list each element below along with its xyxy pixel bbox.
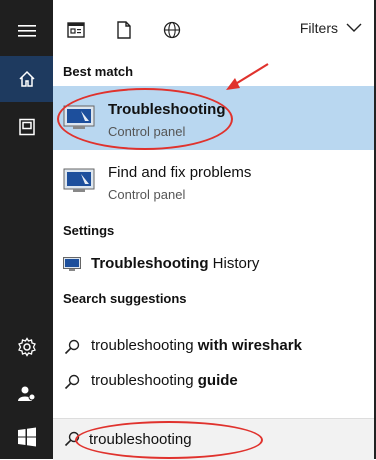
search-results-panel: Filters Best match Troubleshooting Contr…	[53, 0, 376, 460]
suggestion-bold: with wireshark	[197, 337, 302, 354]
search-icon	[64, 431, 80, 447]
settings-gear-icon[interactable]	[0, 324, 53, 370]
troubleshooting-icon	[63, 105, 95, 131]
troubleshooting-history-item[interactable]: Troubleshooting History	[53, 248, 374, 282]
troubleshooting-icon	[63, 168, 95, 194]
search-input[interactable]	[89, 428, 339, 450]
troubleshooting-history-label: Troubleshooting History	[91, 255, 259, 272]
suggestion-bold: guide	[197, 372, 238, 389]
hamburger-menu-icon[interactable]	[0, 8, 53, 54]
best-match-title: Troubleshooting	[108, 101, 226, 118]
find-fix-problems-result[interactable]: Find and fix problems Control panel	[53, 152, 374, 210]
filters-dropdown[interactable]: Filters	[300, 20, 362, 36]
web-filter-icon[interactable]	[161, 19, 183, 41]
documents-icon[interactable]	[0, 104, 53, 150]
best-match-result[interactable]: Troubleshooting Control panel	[53, 86, 374, 150]
settings-header: Settings	[63, 223, 115, 238]
toolbar: Filters	[53, 0, 374, 56]
best-match-header: Best match	[63, 64, 134, 79]
history-bold-text: Troubleshooting	[91, 255, 209, 272]
troubleshooting-icon	[63, 257, 81, 271]
suggestion-item[interactable]: troubleshooting with wireshark	[53, 330, 374, 364]
suggestion-prefix: troubleshooting	[91, 337, 198, 354]
history-rest-text: History	[208, 255, 260, 272]
suggestion-text: troubleshooting guide	[91, 372, 238, 389]
suggestion-prefix: troubleshooting	[91, 372, 198, 389]
home-icon[interactable]	[0, 56, 53, 102]
user-account-icon[interactable]	[0, 370, 53, 416]
search-suggestions-header: Search suggestions	[63, 291, 187, 306]
filters-label: Filters	[299, 20, 338, 36]
search-icon	[64, 374, 80, 390]
left-rail	[0, 0, 53, 459]
document-filter-icon[interactable]	[113, 19, 135, 41]
windows-start-icon[interactable]	[0, 414, 53, 459]
search-bar	[53, 418, 374, 460]
find-fix-problems-subtitle: Control panel	[108, 187, 186, 202]
best-match-subtitle: Control panel	[108, 124, 186, 139]
apps-filter-icon[interactable]	[65, 19, 87, 41]
chevron-down-icon	[346, 23, 362, 32]
find-fix-problems-title: Find and fix problems	[108, 164, 252, 181]
search-icon	[64, 339, 80, 355]
suggestion-item[interactable]: troubleshooting guide	[53, 365, 374, 399]
suggestion-text: troubleshooting with wireshark	[91, 337, 302, 354]
